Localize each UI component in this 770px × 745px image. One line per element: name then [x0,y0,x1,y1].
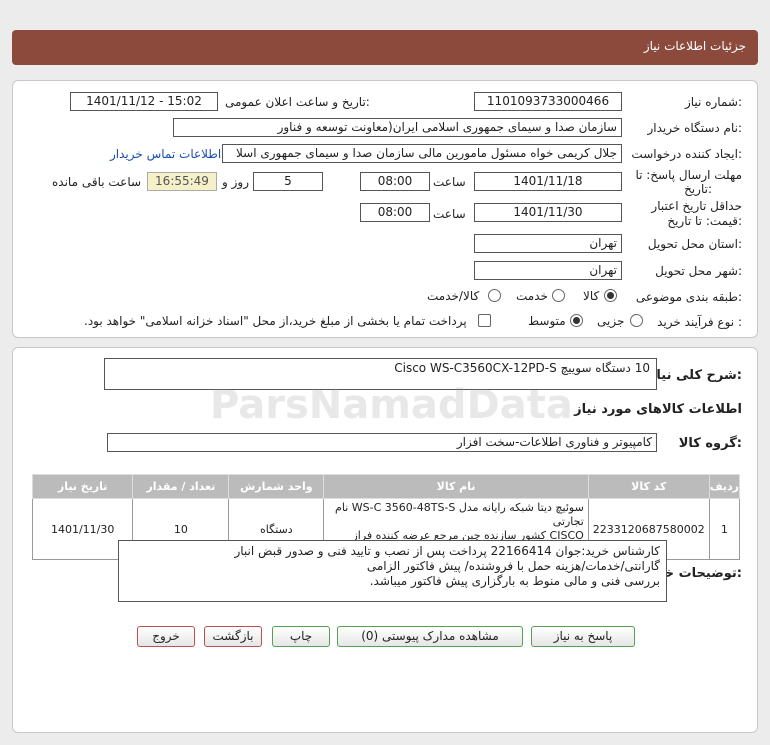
validity-label: حداقل تاریخ اعتبار [651,199,742,213]
validity-label-2: قیمت: تا تاریخ: [667,214,742,228]
cell-name-line1: سوئیچ دیتا شبکه رایانه مدل WS-C 3560-48T… [335,501,584,528]
process-radio-medium[interactable] [570,314,583,327]
announce-label: تاریخ و ساعت اعلان عمومی: [225,95,370,109]
col-qty: تعداد / مقدار [132,474,230,499]
remaining-label: ساعت باقی مانده [52,175,142,189]
province-field: تهران [474,234,622,253]
announce-field: 1401/11/12 - 15:02 [70,92,218,111]
payment-note: پرداخت تمام یا بخشی از مبلغ خرید،از محل … [84,314,467,328]
back-button[interactable]: بازگشت [204,626,262,647]
deadline-date-field: 1401/11/18 [474,172,622,191]
buyer-notes-line1: کارشناس خرید:جوان 22166414 پرداخت پس از … [234,544,660,558]
buyer-org-field: سازمان صدا و سیمای جمهوری اسلامی ایران(م… [173,118,622,137]
deadline-time-field: 08:00 [360,172,430,191]
treasury-checkbox[interactable] [478,314,491,327]
view-docs-button[interactable]: مشاهده مدارک پیوستی (0) [337,626,523,647]
validity-date-field: 1401/11/30 [474,203,622,222]
summary-value: 10 دستگاه سوییچ Cisco WS-C3560CX-12PD-S [394,361,650,375]
deadline-label-2: تاریخ: [684,182,712,196]
buyer-notes-line2: گارانتی/خدمات/هزینه حمل با فروشنده/ پیش … [366,559,660,573]
category-option-both: کالا/خدمت [427,289,480,303]
col-code: کد کالا [587,474,710,499]
need-number-label: شماره نیاز: [684,95,742,109]
buyer-contact-link[interactable]: اطلاعات تماس خریدار [110,147,221,161]
process-radio-minor[interactable] [630,314,643,327]
page-title: جزئیات اطلاعات نیاز [643,39,746,53]
summary-field: 10 دستگاه سوییچ Cisco WS-C3560CX-12PD-S [104,358,657,390]
summary-label: شرح کلی نیاز: [648,368,742,383]
reply-button[interactable]: پاسخ به نیاز [531,626,635,647]
process-option-minor: جزیی [597,314,625,328]
buyer-org-label: نام دستگاه خریدار: [647,121,743,135]
remaining-time-field: 16:55:49 [147,172,217,191]
province-label: استان محل تحویل: [647,237,742,251]
buyer-notes-line3: بررسی فنی و مالی منوط به بارگزاری پیش فا… [369,574,660,588]
category-label: طبقه بندی موضوعی: [635,290,742,304]
col-row: ردیف [708,474,741,499]
city-field: تهران [474,261,622,280]
category-radio-goods[interactable] [604,289,617,302]
validity-time-field: 08:00 [360,203,430,222]
print-button[interactable]: چاپ [272,626,330,647]
group-field: کامپیوتر و فناوری اطلاعات-سخت افزار [107,433,657,452]
exit-button[interactable]: خروج [137,626,195,647]
category-radio-both[interactable] [488,289,501,302]
col-unit: واحد شمارش [228,474,325,499]
buyer-notes-field: کارشناس خرید:جوان 22166414 پرداخت پس از … [118,540,667,602]
category-option-goods: کالا [583,289,600,303]
page-header: جزئیات اطلاعات نیاز [12,30,758,65]
validity-time-label: ساعت [433,207,466,221]
category-radio-service[interactable] [552,289,565,302]
group-label: گروه کالا: [678,436,742,451]
col-name: نام کالا [323,474,589,499]
deadline-time-label: ساعت [433,175,466,189]
category-option-service: خدمت [516,289,548,303]
cell-row: 1 [708,498,741,560]
city-label: شهر محل تحویل: [655,264,742,278]
creator-label: ایجاد کننده درخواست: [631,147,742,161]
days-field: 5 [253,172,323,191]
process-option-medium: متوسط [528,314,566,328]
days-label: روز و [222,175,249,189]
creator-field: جلال کریمی خواه مسئول مامورین مالی سازما… [222,144,622,163]
table-header-row: ردیف کد کالا نام کالا واحد شمارش تعداد /… [31,474,741,499]
col-date: تاریخ نیاز [31,474,134,499]
need-number-field: 1101093733000466 [474,92,622,111]
goods-info-title: اطلاعات کالاهای مورد نیاز [574,402,742,417]
deadline-label: مهلت ارسال پاسخ: تا [635,168,742,182]
process-label: نوع فرآیند خرید : [657,315,742,329]
